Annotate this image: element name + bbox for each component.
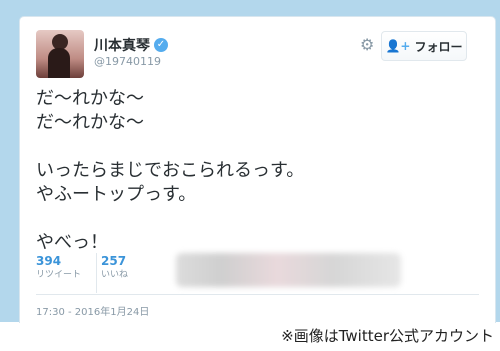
- divider: [36, 294, 479, 295]
- add-user-icon: 👤+: [385, 39, 411, 53]
- name-row: 川本真琴 ✓: [94, 35, 168, 55]
- gear-icon[interactable]: ⚙: [360, 37, 376, 53]
- follow-button[interactable]: 👤+ フォロー: [381, 31, 467, 61]
- tweet-timestamp[interactable]: 17:30 - 2016年1月24日: [36, 303, 149, 318]
- tweet-text: だ〜れかな〜 だ〜れかな〜 いったらまじでおこられるっす。 やふートップっす。 …: [36, 88, 305, 253]
- retweet-count[interactable]: 394 リツイート: [36, 253, 102, 291]
- like-count-label: いいね: [101, 270, 129, 280]
- like-count[interactable]: 257 いいね: [101, 253, 167, 291]
- stat-divider: [96, 253, 97, 293]
- page-background: 川本真琴 ✓ @19740119 ⚙ 👤+ フォロー だ〜れかな〜 だ〜れかな〜…: [0, 0, 500, 323]
- retweet-count-value: 394: [36, 254, 62, 268]
- like-count-value: 257: [101, 254, 127, 268]
- verified-badge-icon: ✓: [154, 38, 168, 52]
- tweet-card: 川本真琴 ✓ @19740119 ⚙ 👤+ フォロー だ〜れかな〜 だ〜れかな〜…: [19, 16, 496, 323]
- avatar[interactable]: [36, 30, 84, 78]
- user-handle[interactable]: @19740119: [94, 55, 161, 68]
- tweet-stats: 394 リツイート 257 いいね: [36, 253, 167, 293]
- image-credit: ※画像はTwitter公式アカウント: [281, 327, 494, 345]
- follow-button-label: フォロー: [414, 39, 463, 54]
- blurred-avatars-strip: [176, 253, 401, 287]
- avatar-body: [48, 48, 70, 78]
- display-name[interactable]: 川本真琴: [94, 35, 150, 55]
- retweet-count-label: リツイート: [36, 270, 82, 280]
